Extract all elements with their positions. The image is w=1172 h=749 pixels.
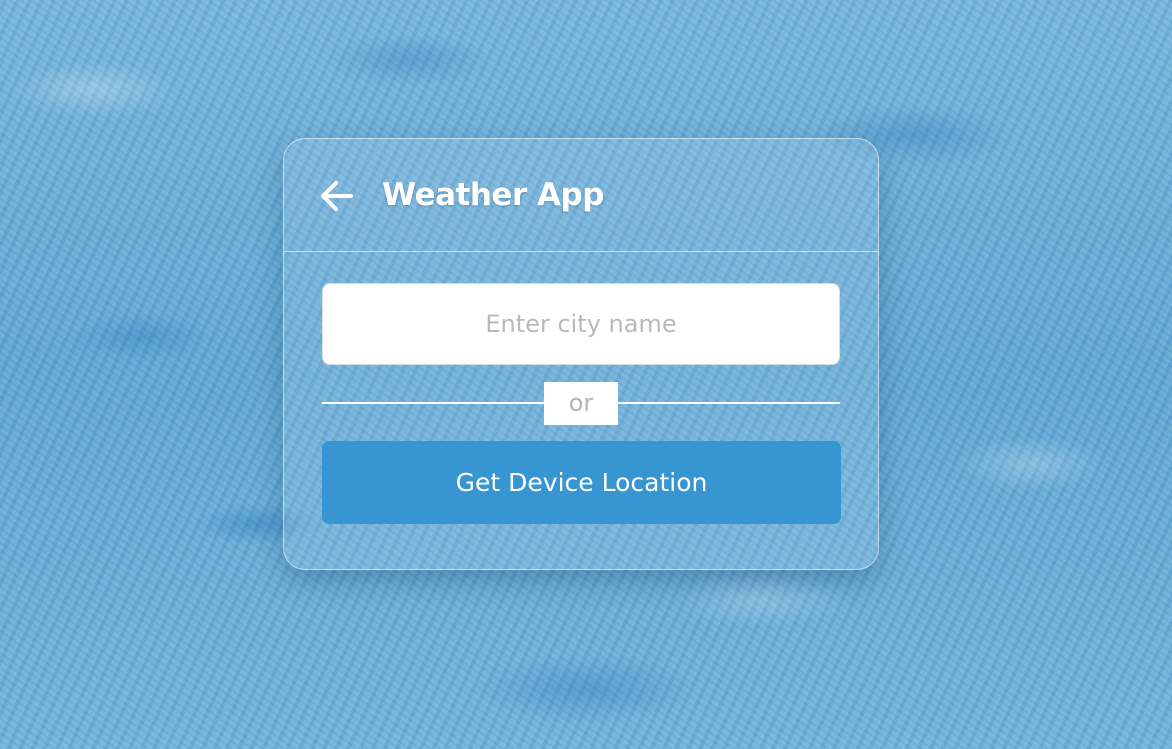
arrow-left-icon[interactable] — [318, 177, 356, 215]
get-device-location-button[interactable]: Get Device Location — [322, 441, 841, 524]
card-header: Weather App — [284, 139, 878, 252]
or-separator: or — [544, 382, 618, 425]
page-title: Weather App — [382, 177, 604, 213]
weather-card: Weather App or Get Device Location — [283, 138, 879, 570]
city-search-input[interactable] — [322, 283, 840, 365]
